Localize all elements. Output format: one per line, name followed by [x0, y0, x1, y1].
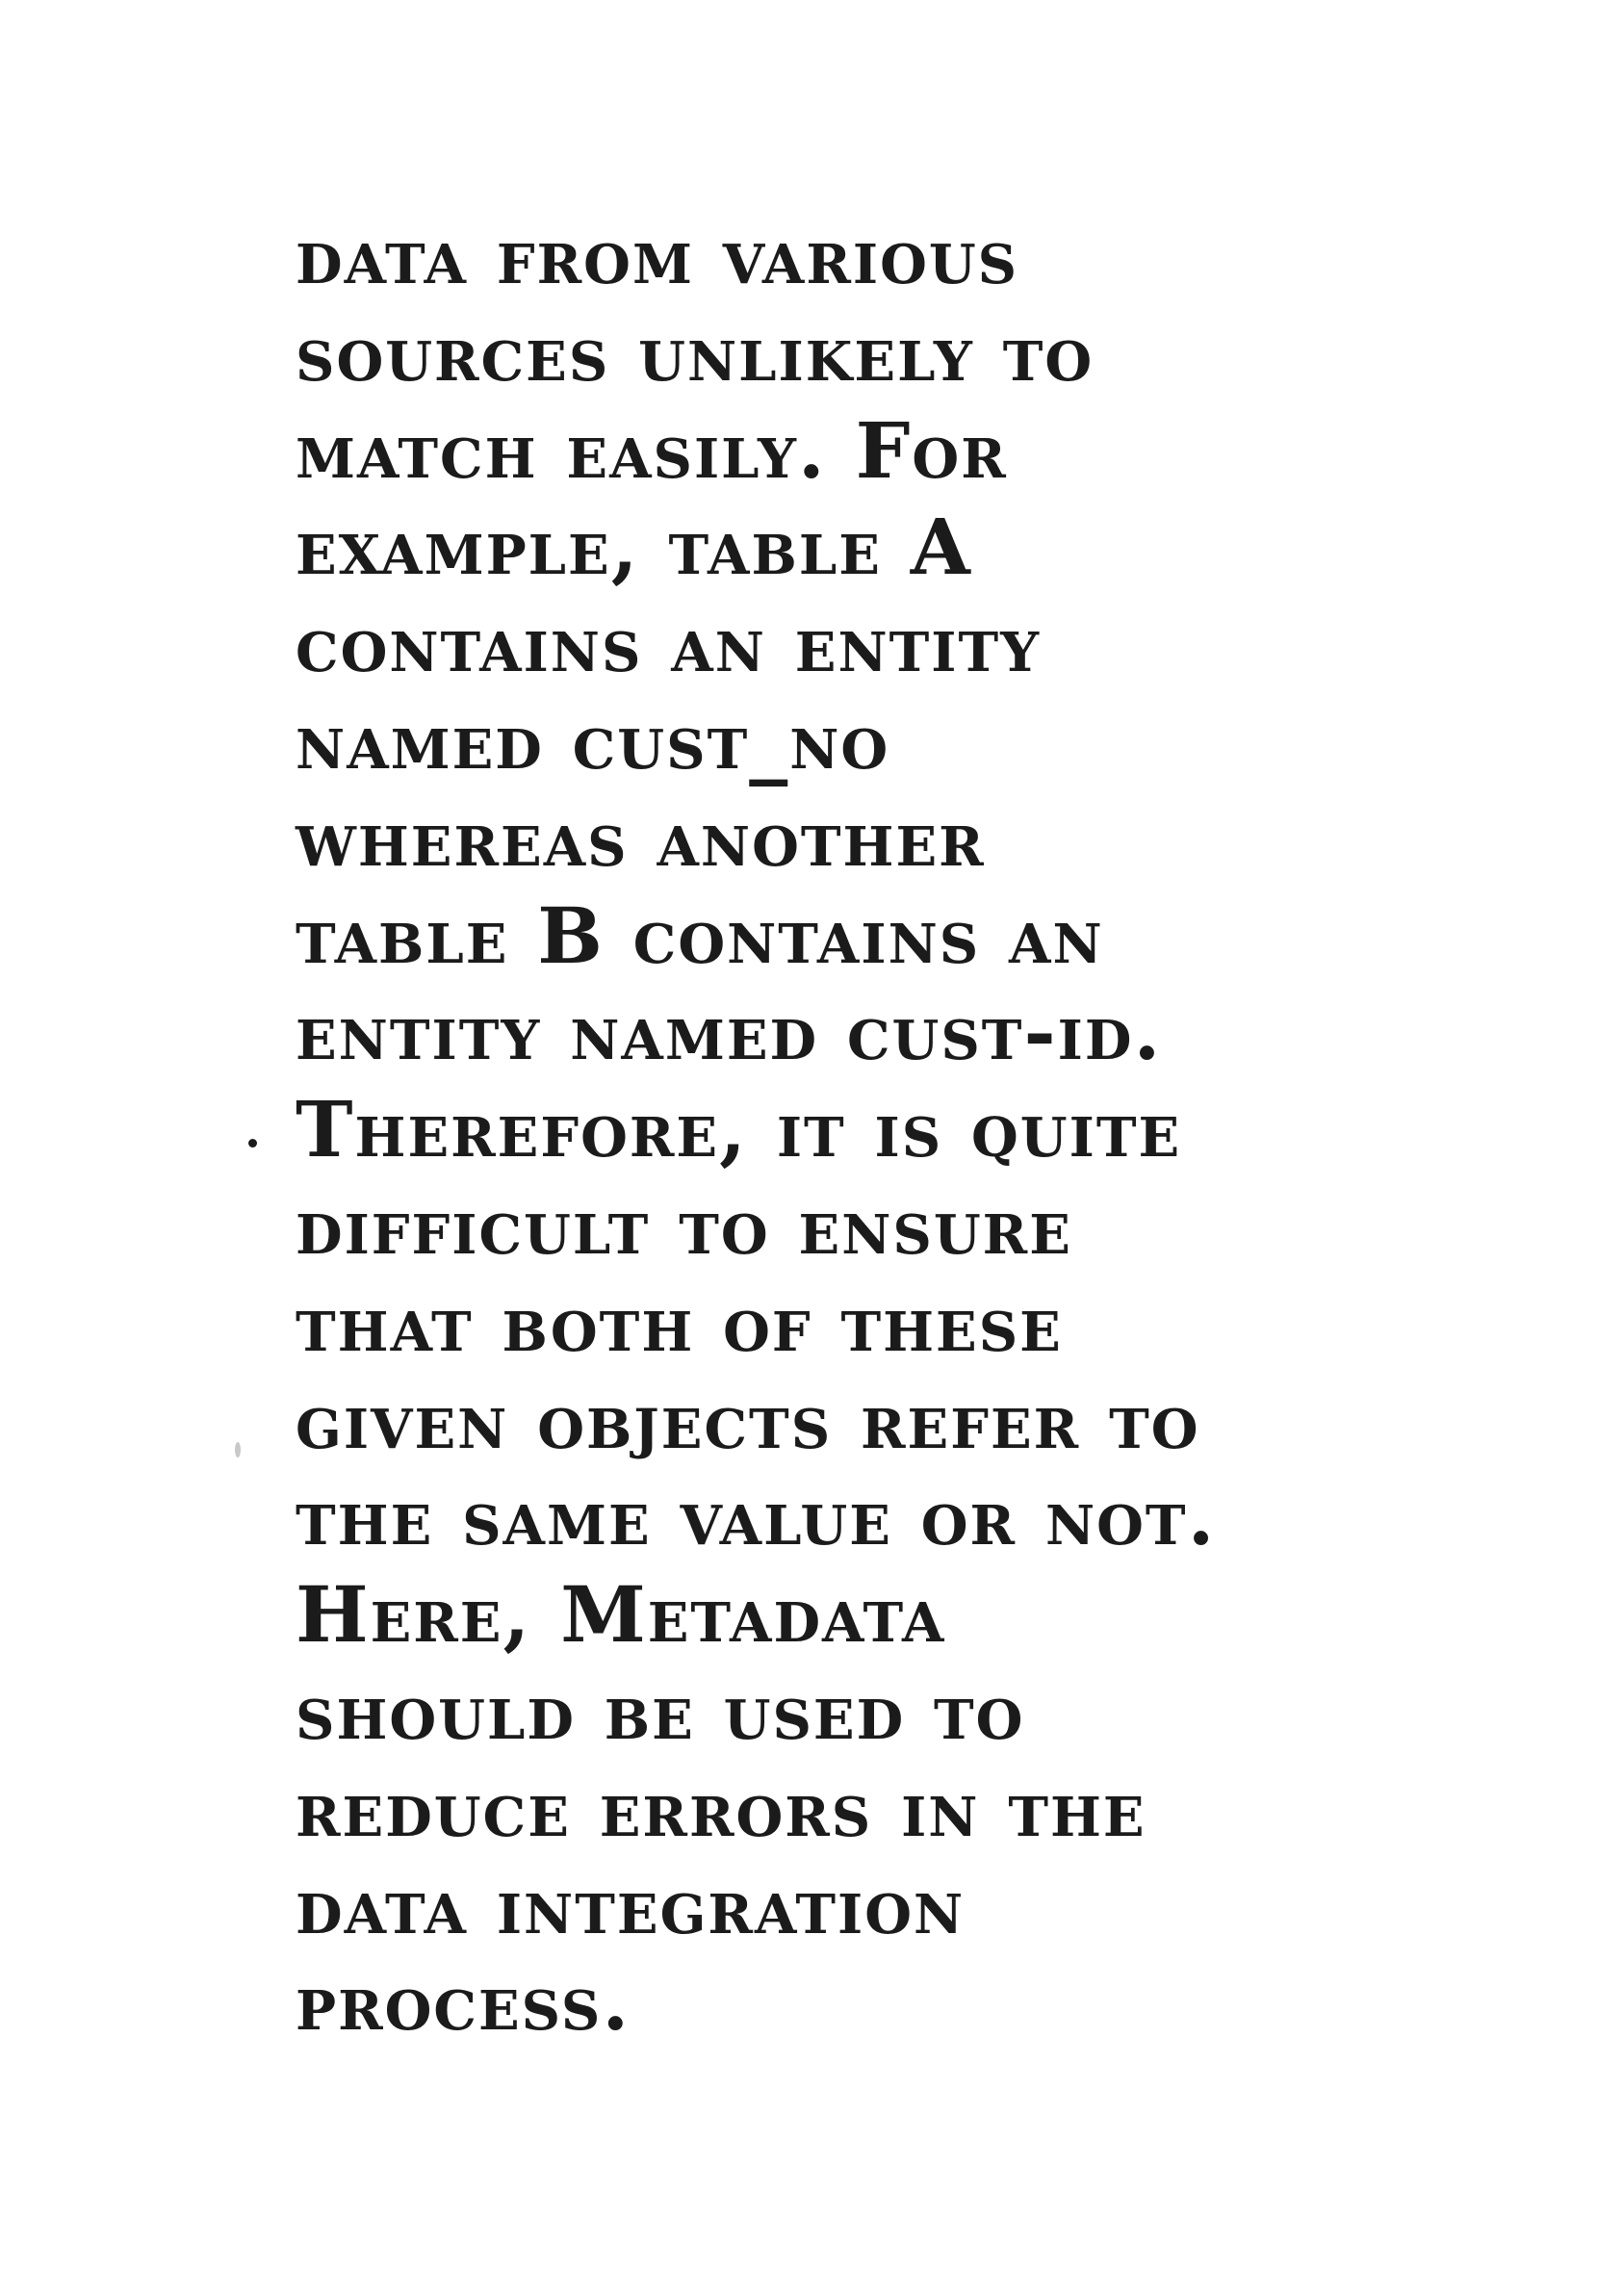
text-line: whereas another [296, 792, 986, 884]
text-line: the same value or not. [296, 1472, 1217, 1563]
text-line: data integration [296, 1860, 966, 1951]
text-line: data from various [296, 211, 1019, 301]
text-line: difficult to ensure [296, 1180, 1072, 1272]
text-line: contains an entity [296, 599, 1042, 690]
text-line: that both of these [296, 1277, 1063, 1369]
text-line: given objects refer to [296, 1375, 1200, 1466]
text-line: match easily. For [296, 404, 1008, 496]
scan-speck [235, 1442, 241, 1458]
text-line: Therefore, it is quite [296, 1084, 1182, 1175]
text-line: process. [296, 1957, 631, 2049]
text-line: entity named cust-id. [296, 987, 1163, 1078]
text-line: reduce errors in the [296, 1763, 1146, 1854]
document-page: data from various sources unlikely to ma… [0, 0, 1623, 2296]
text-line: example, table A [296, 502, 972, 593]
bullet-dot [248, 1139, 257, 1148]
text-line: should be used to [296, 1665, 1025, 1757]
text-line: sources unlikely to [296, 307, 1095, 399]
body-paragraph: data from various sources unlikely to ma… [296, 208, 1489, 2051]
text-line: Here, Metadata [296, 1569, 946, 1661]
text-line: named cust_no [296, 695, 890, 787]
text-line: table B contains an [296, 890, 1104, 981]
